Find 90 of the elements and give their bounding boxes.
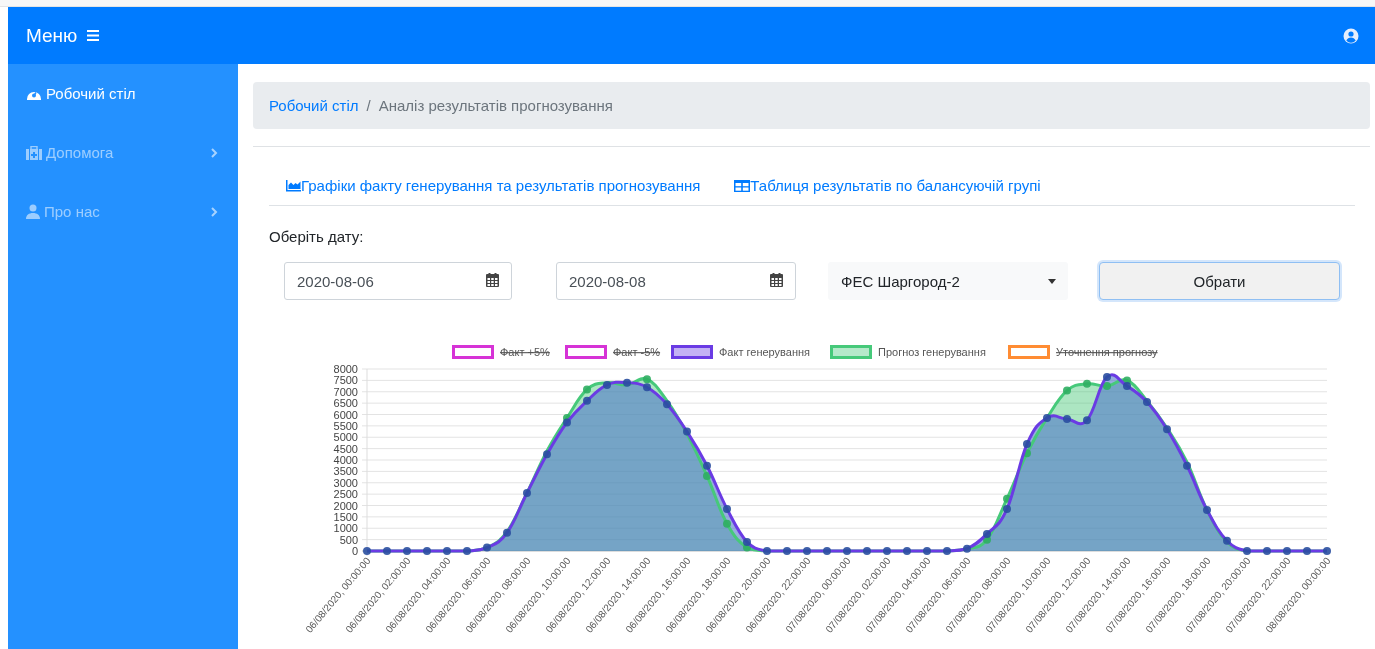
axis-label: 7000 bbox=[333, 385, 358, 398]
data-point bbox=[1163, 425, 1171, 434]
data-point bbox=[1303, 547, 1311, 555]
axis-label: 4000 bbox=[333, 454, 358, 466]
data-point bbox=[623, 378, 631, 387]
date-label: Оберіть дату: bbox=[269, 227, 365, 247]
data-point bbox=[1083, 416, 1091, 425]
legend-swatch[interactable] bbox=[671, 345, 713, 359]
date-field[interactable]: 2020-08-08 bbox=[556, 262, 796, 300]
axis-label: 7500 bbox=[333, 374, 358, 387]
legend-swatch[interactable] bbox=[1008, 345, 1050, 359]
table-icon bbox=[734, 180, 751, 192]
data-point bbox=[443, 547, 451, 555]
data-point bbox=[783, 547, 791, 555]
data-point bbox=[1063, 415, 1071, 424]
data-point bbox=[403, 547, 411, 555]
data-point bbox=[1043, 413, 1051, 422]
axis-label: 1500 bbox=[333, 510, 358, 523]
axis-label: 8000 bbox=[333, 363, 358, 375]
data-point bbox=[1243, 547, 1251, 555]
data-point bbox=[923, 547, 931, 555]
data-point bbox=[963, 544, 971, 553]
axis-label: 2000 bbox=[333, 499, 358, 512]
select-button[interactable]: Обрати bbox=[1099, 262, 1340, 300]
legend-label[interactable]: Факт -5% bbox=[613, 346, 661, 358]
data-point bbox=[523, 489, 531, 497]
data-point bbox=[903, 547, 911, 555]
data-point bbox=[1203, 506, 1211, 515]
data-point bbox=[1083, 379, 1091, 388]
data-point bbox=[723, 504, 731, 513]
axis-label: 5000 bbox=[333, 431, 358, 444]
data-point bbox=[863, 547, 871, 555]
data-point bbox=[543, 450, 551, 459]
data-point bbox=[583, 396, 591, 405]
axis-label: 1000 bbox=[333, 522, 358, 535]
data-point bbox=[463, 547, 471, 555]
data-point bbox=[723, 519, 731, 528]
data-point bbox=[603, 380, 611, 389]
data-point bbox=[423, 547, 431, 555]
data-point bbox=[1263, 547, 1271, 555]
legend-swatch[interactable] bbox=[830, 345, 872, 359]
data-point bbox=[1283, 547, 1291, 555]
data-point bbox=[363, 547, 371, 555]
tab[interactable]: Таблиця результатів по балансуючій групі bbox=[716, 167, 1057, 205]
breadcrumb-separator: / bbox=[366, 97, 371, 114]
axis-label: 6000 bbox=[333, 408, 358, 421]
data-point bbox=[663, 400, 671, 409]
data-point bbox=[883, 547, 891, 555]
data-point bbox=[683, 427, 691, 436]
data-point bbox=[843, 547, 851, 555]
data-point bbox=[763, 547, 771, 555]
user-icon[interactable] bbox=[1343, 27, 1359, 44]
caret-icon bbox=[1048, 278, 1056, 284]
data-point bbox=[1143, 398, 1151, 406]
data-point bbox=[483, 543, 491, 552]
data-point bbox=[583, 385, 591, 394]
station-select[interactable]: ФЕС Шаргород-2 bbox=[828, 262, 1068, 300]
axis-label: 2500 bbox=[333, 488, 358, 501]
legend-label[interactable]: Уточнення прогнозу bbox=[1056, 346, 1158, 358]
legend-swatch[interactable] bbox=[452, 345, 494, 359]
legend-swatch[interactable] bbox=[565, 345, 607, 359]
date-field[interactable]: 2020-08-06 bbox=[284, 262, 512, 300]
legend-label[interactable]: Факт +5% bbox=[500, 346, 550, 358]
data-point bbox=[1183, 461, 1191, 470]
axis-label: 6500 bbox=[333, 397, 358, 410]
data-point bbox=[1063, 386, 1071, 395]
data-point bbox=[383, 547, 391, 555]
data-point bbox=[943, 547, 951, 555]
data-point bbox=[803, 547, 811, 555]
tab[interactable]: Графіки факту генерування та результатів прогнозування bbox=[269, 167, 717, 205]
data-point bbox=[503, 528, 511, 537]
axis-label: 0 bbox=[351, 545, 358, 557]
axis-label: 3000 bbox=[333, 476, 358, 489]
breadcrumb-current: Аналіз результатів прогнозування bbox=[378, 97, 613, 114]
axis-label: 5500 bbox=[333, 419, 358, 432]
axis-label: 4500 bbox=[333, 442, 358, 455]
axis-label: 3500 bbox=[333, 465, 358, 478]
axis-label: 500 bbox=[339, 533, 358, 546]
legend-label[interactable]: Прогноз генерування bbox=[878, 346, 986, 358]
data-point bbox=[1323, 547, 1331, 555]
data-point bbox=[823, 547, 831, 555]
legend-label[interactable]: Факт генерування bbox=[719, 346, 811, 358]
data-point bbox=[1223, 536, 1231, 545]
menu-title[interactable]: Меню bbox=[26, 24, 78, 47]
calendar-icon[interactable] bbox=[770, 273, 783, 287]
calendar-icon[interactable] bbox=[486, 273, 499, 287]
medkit-icon bbox=[26, 145, 42, 160]
area-chart-icon bbox=[286, 180, 301, 192]
menu-icon[interactable] bbox=[87, 30, 100, 41]
user-icon bbox=[26, 204, 40, 219]
